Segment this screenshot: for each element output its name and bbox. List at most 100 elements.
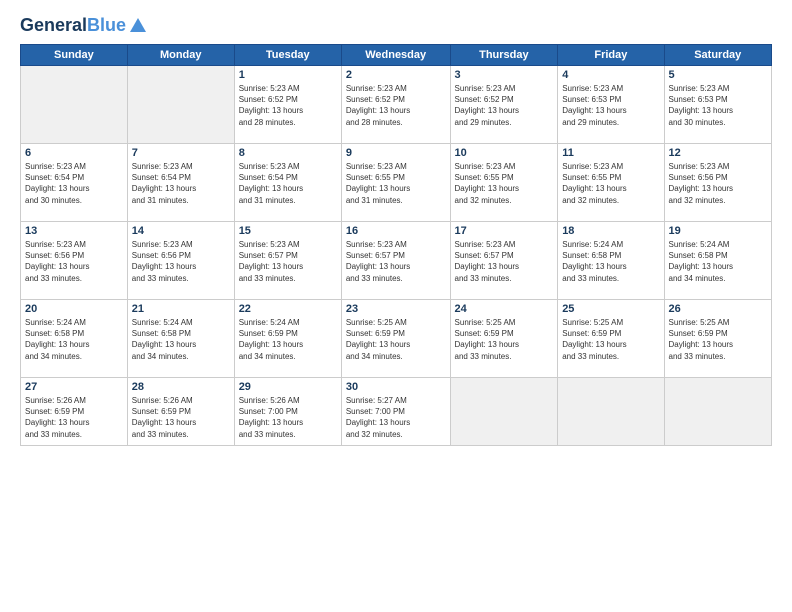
day-detail: Sunrise: 5:23 AM Sunset: 6:55 PM Dayligh… <box>455 161 554 206</box>
day-detail: Sunrise: 5:26 AM Sunset: 7:00 PM Dayligh… <box>239 395 337 440</box>
day-detail: Sunrise: 5:23 AM Sunset: 6:56 PM Dayligh… <box>132 239 230 284</box>
day-detail: Sunrise: 5:23 AM Sunset: 6:53 PM Dayligh… <box>562 83 659 128</box>
calendar-cell: 6Sunrise: 5:23 AM Sunset: 6:54 PM Daylig… <box>21 144 128 222</box>
day-number: 5 <box>669 69 767 81</box>
day-detail: Sunrise: 5:25 AM Sunset: 6:59 PM Dayligh… <box>346 317 446 362</box>
day-detail: Sunrise: 5:25 AM Sunset: 6:59 PM Dayligh… <box>669 317 767 362</box>
day-number: 23 <box>346 303 446 315</box>
calendar-cell: 18 Sunrise: 5:24 AM Sunset: 6:58 PM Dayli… <box>558 222 664 300</box>
calendar-cell <box>664 378 771 446</box>
calendar-cell: 22 Sunrise: 5:24 AM Sunset: 6:59 PM Dayli… <box>234 300 341 378</box>
day-detail: Sunrise: 5:26 AM Sunset: 6:59 PM Dayligh… <box>25 395 123 440</box>
calendar-cell: 19 Sunrise: 5:24 AM Sunset: 6:58 PM Dayli… <box>664 222 771 300</box>
calendar-cell: 28Sunrise: 5:26 AM Sunset: 6:59 PM Dayli… <box>127 378 234 446</box>
calendar-cell: 13 Sunrise: 5:23 AM Sunset: 6:56 PM Dayli… <box>21 222 128 300</box>
calendar-cell: 29 Sunrise: 5:26 AM Sunset: 7:00 PM Dayli… <box>234 378 341 446</box>
logo: GeneralBlue <box>20 16 148 36</box>
day-detail: Sunrise: 5:23 AM Sunset: 6:54 PM Dayligh… <box>239 161 337 206</box>
col-header-thursday: Thursday <box>450 45 558 66</box>
day-number: 17 <box>455 225 554 237</box>
calendar-cell: 23 Sunrise: 5:25 AM Sunset: 6:59 PM Dayli… <box>341 300 450 378</box>
calendar-cell: 8 Sunrise: 5:23 AM Sunset: 6:54 PM Daylig… <box>234 144 341 222</box>
day-number: 27 <box>25 381 123 393</box>
day-number: 3 <box>455 69 554 81</box>
day-detail: Sunrise: 5:24 AM Sunset: 6:58 PM Dayligh… <box>669 239 767 284</box>
day-detail: Sunrise: 5:25 AM Sunset: 6:59 PM Dayligh… <box>562 317 659 362</box>
day-number: 30 <box>346 381 446 393</box>
calendar-cell: 24Sunrise: 5:25 AM Sunset: 6:59 PM Dayli… <box>450 300 558 378</box>
calendar-cell: 20 Sunrise: 5:24 AM Sunset: 6:58 PM Dayli… <box>21 300 128 378</box>
calendar-cell: 2 Sunrise: 5:23 AM Sunset: 6:52 PM Daylig… <box>341 66 450 144</box>
calendar-cell <box>127 66 234 144</box>
day-number: 9 <box>346 147 446 159</box>
day-number: 12 <box>669 147 767 159</box>
calendar-cell: 5 Sunrise: 5:23 AM Sunset: 6:53 PM Daylig… <box>664 66 771 144</box>
calendar-cell: 3 Sunrise: 5:23 AM Sunset: 6:52 PM Daylig… <box>450 66 558 144</box>
day-detail: Sunrise: 5:24 AM Sunset: 6:58 PM Dayligh… <box>25 317 123 362</box>
calendar-cell: 4 Sunrise: 5:23 AM Sunset: 6:53 PM Daylig… <box>558 66 664 144</box>
calendar-cell: 12Sunrise: 5:23 AM Sunset: 6:56 PM Dayli… <box>664 144 771 222</box>
calendar-cell: 21 Sunrise: 5:24 AM Sunset: 6:58 PM Dayli… <box>127 300 234 378</box>
day-detail: Sunrise: 5:23 AM Sunset: 6:52 PM Dayligh… <box>239 83 337 128</box>
logo-icon <box>128 16 148 36</box>
calendar-cell: 16 Sunrise: 5:23 AM Sunset: 6:57 PM Dayli… <box>341 222 450 300</box>
col-header-wednesday: Wednesday <box>341 45 450 66</box>
day-number: 7 <box>132 147 230 159</box>
calendar-table: SundayMondayTuesdayWednesdayThursdayFrid… <box>20 44 772 446</box>
col-header-sunday: Sunday <box>21 45 128 66</box>
day-number: 11 <box>562 147 659 159</box>
day-number: 14 <box>132 225 230 237</box>
calendar-cell: 25 Sunrise: 5:25 AM Sunset: 6:59 PM Dayli… <box>558 300 664 378</box>
calendar-cell <box>558 378 664 446</box>
col-header-saturday: Saturday <box>664 45 771 66</box>
day-detail: Sunrise: 5:23 AM Sunset: 6:54 PM Dayligh… <box>25 161 123 206</box>
day-number: 29 <box>239 381 337 393</box>
day-detail: Sunrise: 5:24 AM Sunset: 6:58 PM Dayligh… <box>562 239 659 284</box>
day-number: 4 <box>562 69 659 81</box>
day-detail: Sunrise: 5:23 AM Sunset: 6:54 PM Dayligh… <box>132 161 230 206</box>
calendar-cell: 10 Sunrise: 5:23 AM Sunset: 6:55 PM Dayli… <box>450 144 558 222</box>
day-number: 15 <box>239 225 337 237</box>
day-detail: Sunrise: 5:23 AM Sunset: 6:53 PM Dayligh… <box>669 83 767 128</box>
day-detail: Sunrise: 5:23 AM Sunset: 6:52 PM Dayligh… <box>455 83 554 128</box>
day-number: 18 <box>562 225 659 237</box>
calendar-cell: 26 Sunrise: 5:25 AM Sunset: 6:59 PM Dayli… <box>664 300 771 378</box>
day-detail: Sunrise: 5:23 AM Sunset: 6:55 PM Dayligh… <box>346 161 446 206</box>
day-number: 13 <box>25 225 123 237</box>
logo-text: GeneralBlue <box>20 16 126 36</box>
day-number: 21 <box>132 303 230 315</box>
calendar-cell: 14 Sunrise: 5:23 AM Sunset: 6:56 PM Dayli… <box>127 222 234 300</box>
col-header-friday: Friday <box>558 45 664 66</box>
calendar-cell: 15 Sunrise: 5:23 AM Sunset: 6:57 PM Dayli… <box>234 222 341 300</box>
day-number: 24 <box>455 303 554 315</box>
day-detail: Sunrise: 5:26 AM Sunset: 6:59 PM Dayligh… <box>132 395 230 440</box>
calendar-cell: 17Sunrise: 5:23 AM Sunset: 6:57 PM Dayli… <box>450 222 558 300</box>
day-detail: Sunrise: 5:24 AM Sunset: 6:58 PM Dayligh… <box>132 317 230 362</box>
day-detail: Sunrise: 5:23 AM Sunset: 6:52 PM Dayligh… <box>346 83 446 128</box>
calendar-cell <box>21 66 128 144</box>
day-number: 26 <box>669 303 767 315</box>
day-number: 8 <box>239 147 337 159</box>
day-number: 25 <box>562 303 659 315</box>
day-number: 19 <box>669 225 767 237</box>
day-detail: Sunrise: 5:27 AM Sunset: 7:00 PM Dayligh… <box>346 395 446 440</box>
day-detail: Sunrise: 5:23 AM Sunset: 6:56 PM Dayligh… <box>25 239 123 284</box>
day-number: 10 <box>455 147 554 159</box>
header: GeneralBlue <box>20 16 772 36</box>
day-number: 16 <box>346 225 446 237</box>
day-detail: Sunrise: 5:23 AM Sunset: 6:57 PM Dayligh… <box>346 239 446 284</box>
calendar-page: GeneralBlue SundayMondayTuesdayWednesday… <box>0 0 792 612</box>
day-detail: Sunrise: 5:24 AM Sunset: 6:59 PM Dayligh… <box>239 317 337 362</box>
calendar-cell: 11Sunrise: 5:23 AM Sunset: 6:55 PM Dayli… <box>558 144 664 222</box>
calendar-cell <box>450 378 558 446</box>
calendar-cell: 7 Sunrise: 5:23 AM Sunset: 6:54 PM Daylig… <box>127 144 234 222</box>
day-detail: Sunrise: 5:23 AM Sunset: 6:57 PM Dayligh… <box>239 239 337 284</box>
calendar-cell: 30 Sunrise: 5:27 AM Sunset: 7:00 PM Dayli… <box>341 378 450 446</box>
day-number: 22 <box>239 303 337 315</box>
col-header-tuesday: Tuesday <box>234 45 341 66</box>
col-header-monday: Monday <box>127 45 234 66</box>
day-number: 2 <box>346 69 446 81</box>
calendar-cell: 9 Sunrise: 5:23 AM Sunset: 6:55 PM Daylig… <box>341 144 450 222</box>
day-number: 20 <box>25 303 123 315</box>
day-number: 1 <box>239 69 337 81</box>
